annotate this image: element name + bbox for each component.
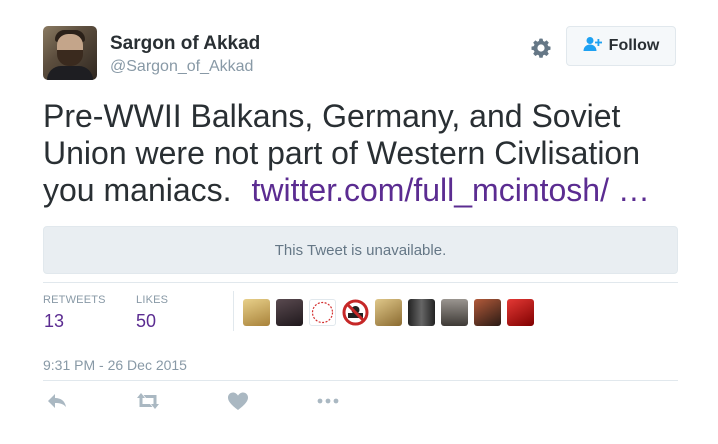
- like-icon[interactable]: [226, 390, 250, 412]
- stats-separator: [233, 291, 234, 331]
- divider: [43, 282, 678, 283]
- gear-icon[interactable]: [529, 36, 553, 60]
- liker-avatar[interactable]: [243, 299, 270, 326]
- liker-avatar[interactable]: [309, 299, 336, 326]
- user-avatar[interactable]: [43, 26, 97, 80]
- tweet-link[interactable]: twitter.com/full_mcintosh/ …: [252, 172, 650, 208]
- follow-button[interactable]: Follow: [566, 26, 676, 66]
- liker-avatar[interactable]: [342, 299, 369, 326]
- likes-label[interactable]: LIKES: [136, 294, 168, 306]
- quoted-tweet[interactable]: This Tweet is unavailable.: [43, 226, 678, 274]
- quoted-tweet-text: This Tweet is unavailable.: [274, 241, 447, 259]
- reply-icon[interactable]: [45, 390, 69, 412]
- liker-avatar[interactable]: [375, 299, 402, 326]
- retweets-label[interactable]: RETWEETS: [43, 294, 106, 306]
- more-icon[interactable]: [316, 390, 340, 412]
- divider: [43, 380, 678, 381]
- tweet-timestamp[interactable]: 9:31 PM - 26 Dec 2015: [43, 357, 187, 373]
- user-handle[interactable]: @Sargon_of_Akkad: [110, 58, 253, 76]
- liker-avatar[interactable]: [441, 299, 468, 326]
- tweet-text: Pre-WWII Balkans, Germany, and Soviet Un…: [43, 98, 683, 209]
- retweets-count[interactable]: 13: [44, 311, 64, 332]
- retweet-icon[interactable]: [135, 390, 161, 412]
- liker-avatar[interactable]: [507, 299, 534, 326]
- liker-avatar[interactable]: [408, 299, 435, 326]
- liker-avatar[interactable]: [276, 299, 303, 326]
- follow-button-label: Follow: [608, 37, 660, 54]
- user-full-name[interactable]: Sargon of Akkad: [110, 33, 260, 55]
- likes-count[interactable]: 50: [136, 311, 156, 332]
- liker-avatar[interactable]: [474, 299, 501, 326]
- follow-user-icon: [583, 36, 609, 57]
